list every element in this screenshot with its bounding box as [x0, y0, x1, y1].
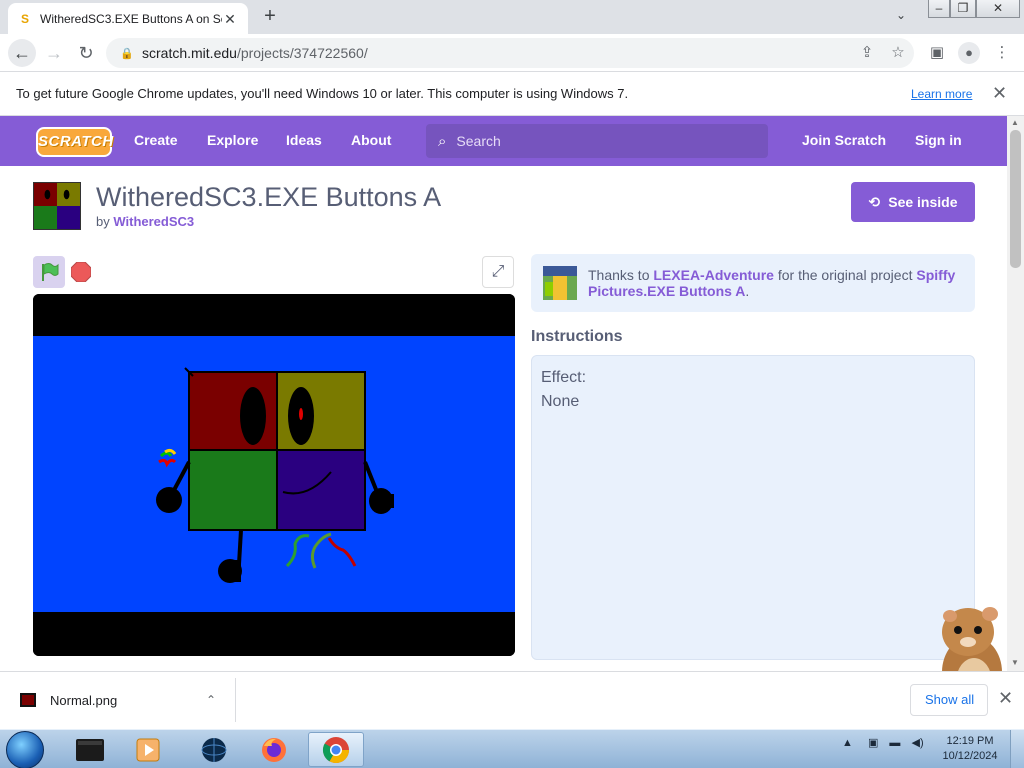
chevron-up-icon[interactable]: ⌃: [199, 693, 223, 707]
bookmark-star-icon[interactable]: ☆: [887, 42, 909, 64]
fullscreen-button[interactable]: ⤢: [482, 256, 514, 288]
update-infobar: To get future Google Chrome updates, you…: [0, 72, 1024, 116]
scratch-favicon-icon: S: [20, 11, 29, 26]
author-avatar[interactable]: [33, 182, 81, 230]
scratch-search-input[interactable]: ⌕ Search: [426, 124, 768, 158]
download-item[interactable]: Normal.png ⌃: [0, 678, 236, 722]
scroll-up-icon[interactable]: ▲: [1011, 118, 1019, 127]
windows-taskbar: ▲ ▣ ▬ ◀) 12:19 PM 10/12/2024: [0, 729, 1024, 768]
back-button[interactable]: ←: [8, 39, 36, 67]
instructions-heading: Instructions: [531, 328, 623, 345]
side-panel-icon[interactable]: ▣: [926, 42, 948, 64]
project-stage[interactable]: [33, 294, 515, 656]
remix-arrows-icon: ⟲: [868, 193, 881, 210]
sign-in-link[interactable]: Sign in: [915, 132, 962, 148]
restore-button[interactable]: ❐: [950, 0, 976, 18]
nav-ideas[interactable]: Ideas: [286, 132, 322, 148]
learn-more-link[interactable]: Learn more: [911, 87, 972, 101]
url-text: scratch.mit.edu/projects/374722560/: [142, 45, 368, 61]
project-page: WitheredSC3.EXE Buttons A by WitheredSC3…: [0, 166, 1007, 671]
credited-user-link[interactable]: LEXEA-Adventure: [653, 267, 774, 283]
instructions-line: None: [541, 393, 580, 410]
media-player-icon: [136, 738, 160, 761]
show-desktop-button[interactable]: [1010, 730, 1024, 768]
reload-button[interactable]: ↻: [72, 39, 100, 67]
see-inside-button[interactable]: ⟲ See inside: [851, 182, 975, 222]
tray-app-icon[interactable]: ▣: [868, 737, 878, 749]
taskbar-app-globe[interactable]: [186, 732, 242, 767]
download-bar: Normal.png ⌃ Show all ✕: [0, 671, 1024, 729]
firefox-icon: [262, 737, 286, 762]
author-link[interactable]: WitheredSC3: [113, 214, 194, 229]
search-placeholder: Search: [456, 133, 501, 149]
forward-button[interactable]: →: [40, 39, 68, 67]
taskbar-app-chrome[interactable]: [308, 732, 364, 767]
nav-create[interactable]: Create: [134, 132, 178, 148]
chrome-menu-icon[interactable]: ⋮: [991, 42, 1013, 64]
network-icon[interactable]: ▬: [889, 737, 900, 749]
globe-icon: [201, 737, 227, 762]
join-scratch-link[interactable]: Join Scratch: [802, 132, 886, 148]
nav-explore[interactable]: Explore: [207, 132, 258, 148]
taskbar-clock[interactable]: 12:19 PM 10/12/2024: [940, 734, 1000, 764]
profile-avatar-icon[interactable]: ●: [958, 42, 980, 64]
stop-button[interactable]: [71, 262, 91, 282]
window-close-button[interactable]: ✕: [976, 0, 1020, 18]
taskbar-app-firefox[interactable]: [246, 732, 302, 767]
taskbar-app-media-player[interactable]: [120, 732, 176, 767]
tab-search-chevron-icon[interactable]: ⌄: [896, 8, 906, 22]
terminal-icon: [76, 738, 104, 761]
infobar-close-icon[interactable]: ✕: [992, 83, 1007, 104]
lock-icon: 🔒: [120, 48, 134, 60]
remix-credits: Thanks to LEXEA-Adventure for the origin…: [531, 254, 975, 312]
volume-icon[interactable]: ◀): [911, 737, 923, 749]
chrome-icon: [322, 736, 350, 763]
green-flag-button[interactable]: [33, 256, 65, 288]
clock-time: 12:19 PM: [946, 735, 994, 747]
address-bar[interactable]: 🔒 scratch.mit.edu/projects/374722560/: [106, 38, 914, 68]
page-scrollbar[interactable]: ▲ ▼: [1007, 116, 1024, 671]
project-title: WitheredSC3.EXE Buttons A: [96, 182, 442, 212]
close-tab-icon[interactable]: ✕: [222, 11, 238, 27]
instructions-line: Effect:: [541, 369, 587, 386]
tray-expand-icon[interactable]: ▲: [842, 737, 853, 749]
share-icon[interactable]: ⇪: [856, 42, 878, 64]
scratch-navbar: SCRATCH Create Explore Ideas About ⌕ Sea…: [0, 116, 1007, 166]
scrollbar-thumb[interactable]: [1010, 130, 1021, 268]
image-file-icon: [20, 693, 36, 707]
green-flag-icon: [42, 263, 59, 281]
start-button[interactable]: [6, 731, 44, 768]
show-all-button[interactable]: Show all: [910, 684, 988, 716]
credited-user-avatar[interactable]: [543, 266, 577, 300]
scratch-logo[interactable]: SCRATCH: [36, 127, 113, 157]
instructions-box: Effect: None: [531, 355, 975, 660]
tab-strip: S WitheredSC3.EXE Buttons A on Scratch ✕…: [0, 0, 1024, 34]
search-icon: ⌕: [438, 132, 447, 150]
scroll-down-icon[interactable]: ▼: [1011, 658, 1019, 667]
project-byline: by WitheredSC3: [96, 214, 195, 229]
download-bar-close-icon[interactable]: ✕: [998, 688, 1013, 709]
infobar-message: To get future Google Chrome updates, you…: [16, 86, 629, 101]
nav-about[interactable]: About: [351, 132, 391, 148]
new-tab-button[interactable]: +: [258, 5, 282, 29]
clock-date: 10/12/2024: [942, 750, 998, 762]
minimize-button[interactable]: –: [928, 0, 950, 18]
taskbar-app-terminal[interactable]: [62, 732, 118, 767]
browser-toolbar: ← → ↻ 🔒 scratch.mit.edu/projects/3747225…: [0, 34, 1024, 72]
browser-tab[interactable]: S WitheredSC3.EXE Buttons A on Scratch ✕: [8, 3, 248, 34]
tab-title: WitheredSC3.EXE Buttons A on Scratch: [40, 11, 222, 26]
system-tray: ▲ ▣ ▬ ◀): [842, 736, 924, 749]
credits-text: Thanks to LEXEA-Adventure for the origin…: [588, 267, 956, 299]
download-file-name: Normal.png: [50, 692, 118, 708]
